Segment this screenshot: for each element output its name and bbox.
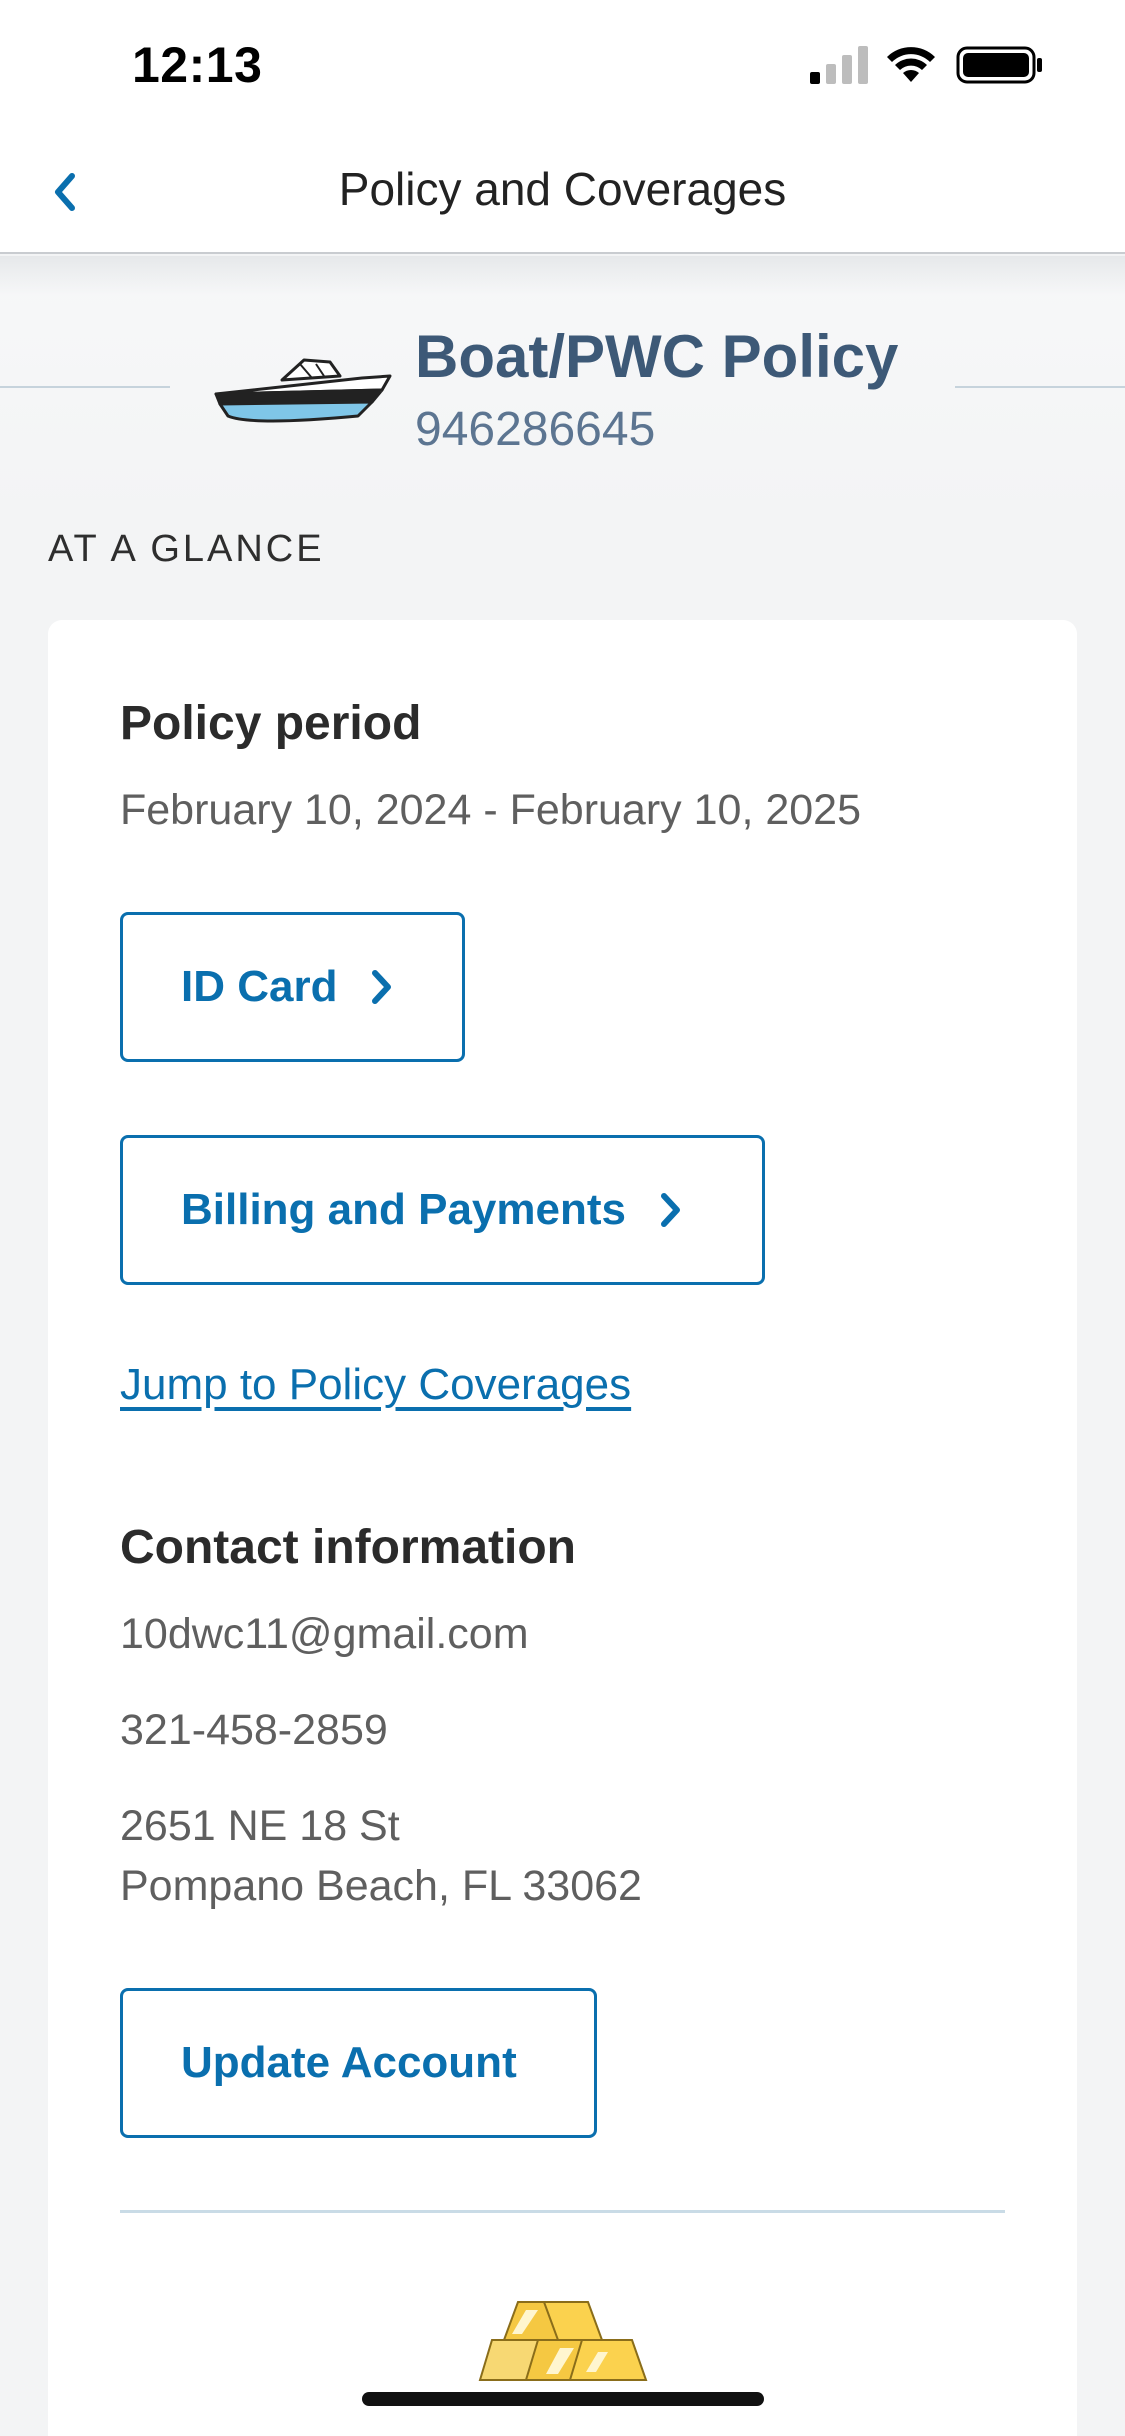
jump-to-coverages-link[interactable]: Jump to Policy Coverages	[120, 1360, 631, 1410]
page-title: Policy and Coverages	[338, 163, 787, 215]
chevron-right-icon	[660, 1192, 682, 1228]
battery-icon	[956, 46, 1042, 84]
nav-bar: Policy and Coverages	[0, 132, 1125, 254]
gold-bars-icon	[478, 2301, 648, 2381]
policy-period-heading: Policy period	[120, 697, 422, 750]
contact-phone: 321-458-2859	[120, 1706, 388, 1754]
policy-period-dates: February 10, 2024 - February 10, 2025	[120, 786, 861, 834]
billing-payments-button[interactable]: Billing and Payments	[120, 1135, 765, 1285]
contact-information-heading: Contact information	[120, 1521, 576, 1574]
policy-type-title: Boat/PWC Policy	[415, 323, 899, 390]
contact-address-line2: Pompano Beach, FL 33062	[120, 1862, 642, 1910]
contact-address-line1: 2651 NE 18 St	[120, 1802, 400, 1850]
at-a-glance-card: Policy period February 10, 2024 - Februa…	[48, 620, 1077, 2436]
policy-number: 946286645	[415, 403, 656, 456]
status-time: 12:13	[132, 37, 263, 93]
billing-payments-button-label: Billing and Payments	[181, 1185, 626, 1234]
update-account-button-label: Update Account	[181, 2038, 517, 2087]
home-indicator[interactable]	[362, 2392, 764, 2406]
section-label-at-a-glance: AT A GLANCE	[48, 528, 325, 570]
header-divider-left	[0, 386, 170, 388]
signal-icon	[810, 46, 868, 84]
header-divider-right	[955, 386, 1125, 388]
card-divider	[120, 2210, 1005, 2213]
id-card-button[interactable]: ID Card	[120, 912, 465, 1062]
nav-shadow	[0, 256, 1125, 296]
contact-email: 10dwc11@gmail.com	[120, 1610, 529, 1658]
status-bar: 12:13	[0, 0, 1125, 132]
update-account-button[interactable]: Update Account	[120, 1988, 597, 2138]
chevron-right-icon	[371, 969, 393, 1005]
id-card-button-label: ID Card	[181, 962, 338, 1011]
wifi-icon	[887, 47, 935, 82]
boat-icon	[214, 358, 392, 423]
